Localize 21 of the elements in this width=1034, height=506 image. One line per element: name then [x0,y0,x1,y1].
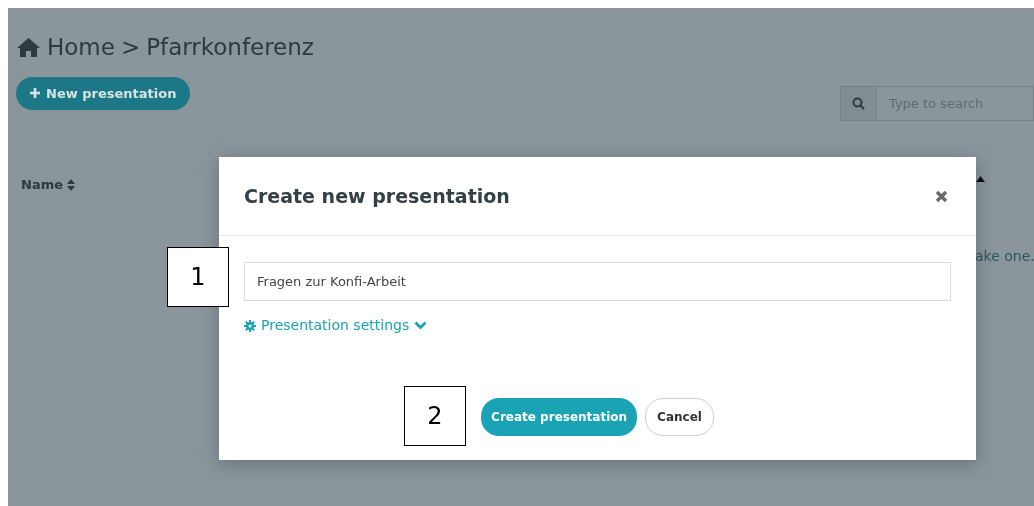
sort-icon [67,178,75,191]
create-button[interactable]: Create presentation [481,398,638,436]
search-icon [852,97,865,110]
modal-title: Create new presentation [244,184,510,208]
search-button[interactable] [840,86,877,121]
sort-caret-icon [976,176,985,182]
cancel-button[interactable]: Cancel [645,398,714,436]
breadcrumb-link[interactable]: Pfarrkonferenz [146,30,314,65]
home-icon [16,36,41,58]
gear-icon [244,319,256,332]
column-header[interactable]: Name [21,175,75,195]
callout-number: 2 [404,386,466,446]
plus-icon [30,88,40,99]
new-presentation-button[interactable]: New presentation [16,76,191,110]
callout-number: 1 [167,247,229,307]
presentation-settings-link[interactable]: Presentation settings [244,315,428,336]
title-input-field[interactable]: Fragen zur Konfi-Arbeit [244,262,951,301]
breadcrumb-separator: > [120,33,141,62]
empty-message: ake one. [975,247,1034,266]
chevron-down-icon [414,321,428,330]
breadcrumb-link[interactable]: Home [47,30,115,65]
